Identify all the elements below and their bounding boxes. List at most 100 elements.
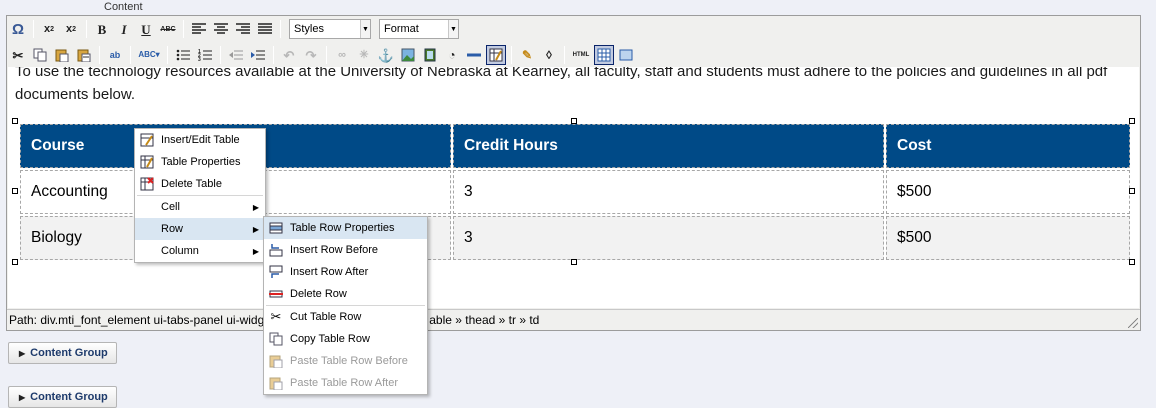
styles-dropdown[interactable]: Styles ▼ <box>289 19 371 39</box>
html-source-icon[interactable]: HTML <box>570 45 592 65</box>
delete-row-icon <box>268 286 284 302</box>
format-dropdown[interactable]: Format ▼ <box>379 19 459 39</box>
align-right-icon[interactable] <box>233 19 253 39</box>
spellcheck-icon[interactable]: ABC▾ <box>136 45 162 65</box>
link-icon[interactable]: ∞ <box>332 45 352 65</box>
chevron-down-icon[interactable]: ▼ <box>360 20 370 38</box>
menu-item-cut-table-row[interactable]: ✂ Cut Table Row <box>264 306 427 328</box>
menu-item-paste-row-before[interactable]: Paste Table Row Before <box>264 350 427 372</box>
intro-paragraph: To use the technology resources availabl… <box>15 67 1108 103</box>
undo-icon[interactable]: ↶ <box>279 45 299 65</box>
menu-item-label: Paste Table Row After <box>290 377 399 389</box>
chevron-down-icon[interactable]: ▼ <box>448 20 458 38</box>
toolbar-separator <box>99 46 100 64</box>
toolbar-separator <box>33 20 34 38</box>
indent-icon[interactable] <box>248 45 268 65</box>
insert-row-before-icon <box>268 242 284 258</box>
align-left-icon[interactable] <box>189 19 209 39</box>
paste-icon <box>268 375 284 391</box>
resize-grip-icon[interactable] <box>1128 318 1138 328</box>
table-cell[interactable]: $500 <box>886 170 1130 214</box>
paste-text-icon[interactable] <box>74 45 94 65</box>
toolbar-separator <box>220 46 221 64</box>
menu-item-table-row-properties[interactable]: Table Row Properties <box>264 217 427 239</box>
resize-handle[interactable] <box>571 259 577 265</box>
submenu-arrow-icon: ▶ <box>252 202 259 212</box>
element-path-bar: Path: div.mti_font_element ui-tabs-panel… <box>7 309 1140 330</box>
table-header-cell[interactable]: Cost <box>886 124 1130 168</box>
numbered-list-icon[interactable]: 123 <box>195 45 215 65</box>
resize-handle[interactable] <box>12 188 18 194</box>
menu-item-label: Cell <box>161 201 180 213</box>
horizontal-rule-icon[interactable] <box>464 45 484 65</box>
copy-icon <box>268 331 284 347</box>
bold-icon[interactable]: B <box>92 19 112 39</box>
anchor-icon[interactable]: ⚓ <box>376 45 396 65</box>
menu-item-insert-row-after[interactable]: Insert Row After <box>264 261 427 283</box>
content-group-label: Content Group <box>30 347 108 359</box>
paste-icon <box>268 353 284 369</box>
menu-item-label: Delete Row <box>290 288 347 300</box>
resize-handle[interactable] <box>12 259 18 265</box>
italic-icon[interactable]: I <box>114 19 134 39</box>
eraser-icon[interactable]: ◊ <box>539 45 559 65</box>
menu-item-column[interactable]: Column ▶ <box>135 240 265 262</box>
table-cell[interactable]: 3 <box>453 170 884 214</box>
toolbar-separator <box>564 46 565 64</box>
media-icon[interactable] <box>420 45 440 65</box>
menu-item-label: Table Properties <box>161 156 241 168</box>
align-justify-icon[interactable] <box>255 19 275 39</box>
subscript-icon[interactable]: x2 <box>39 19 59 39</box>
strikethrough-icon[interactable]: ABC <box>158 19 178 39</box>
path-text-tail[interactable]: able » thead » tr » td <box>429 313 539 327</box>
cleanup-icon[interactable]: ◔ <box>442 45 462 65</box>
redo-icon[interactable]: ↷ <box>301 45 321 65</box>
menu-item-paste-row-after[interactable]: Paste Table Row After <box>264 372 427 394</box>
resize-handle[interactable] <box>1129 118 1135 124</box>
toolbar-separator <box>511 46 512 64</box>
resize-handle[interactable] <box>571 118 577 124</box>
visual-aid-icon[interactable] <box>594 45 614 65</box>
triangle-right-icon: ▶ <box>19 348 26 358</box>
menu-item-delete-table[interactable]: Delete Table <box>135 173 265 195</box>
row-submenu: Table Row Properties Insert Row Before I… <box>263 216 428 395</box>
outdent-icon[interactable] <box>226 45 246 65</box>
superscript-icon[interactable]: x2 <box>61 19 81 39</box>
copy-icon[interactable] <box>30 45 50 65</box>
menu-item-row[interactable]: Row ▶ <box>135 218 265 240</box>
table-icon[interactable] <box>486 45 506 65</box>
table-header-cell[interactable]: Credit Hours <box>453 124 884 168</box>
cut-icon[interactable]: ✂ <box>8 45 28 65</box>
menu-item-copy-table-row[interactable]: Copy Table Row <box>264 328 427 350</box>
menu-item-cell[interactable]: Cell ▶ <box>135 196 265 218</box>
paste-icon[interactable] <box>52 45 72 65</box>
table-cell[interactable]: $500 <box>886 216 1130 260</box>
content-group-button[interactable]: ▶ Content Group <box>8 386 117 408</box>
menu-item-delete-row[interactable]: Delete Row <box>264 283 427 305</box>
toolbar-separator <box>183 20 184 38</box>
fullscreen-icon[interactable] <box>616 45 636 65</box>
underline-icon[interactable]: U <box>136 19 156 39</box>
toolbar-row-2: ✂ ab ABC▾ 123 ↶ ↷ ∞ ✳ ⚓ ◔ ✎ ◊ HTML <box>7 43 637 67</box>
content-group-button[interactable]: ▶ Content Group <box>8 342 117 364</box>
submenu-arrow-icon: ▶ <box>252 224 259 234</box>
unlink-icon[interactable]: ✳ <box>354 45 374 65</box>
styles-dropdown-label: Styles <box>294 23 324 35</box>
table-cell[interactable]: 3 <box>453 216 884 260</box>
find-replace-icon[interactable]: ab <box>105 45 125 65</box>
menu-item-insert-row-before[interactable]: Insert Row Before <box>264 239 427 261</box>
menu-item-table-properties[interactable]: Table Properties <box>135 151 265 173</box>
resize-handle[interactable] <box>12 118 18 124</box>
remove-format-icon[interactable]: ✎ <box>517 45 537 65</box>
svg-text:3: 3 <box>198 57 201 61</box>
special-character-icon[interactable]: Ω <box>8 19 28 39</box>
menu-item-insert-edit-table[interactable]: Insert/Edit Table <box>135 129 265 151</box>
toolbar-separator <box>86 20 87 38</box>
align-center-icon[interactable] <box>211 19 231 39</box>
resize-handle[interactable] <box>1129 188 1135 194</box>
bullet-list-icon[interactable] <box>173 45 193 65</box>
toolbar-separator <box>326 46 327 64</box>
image-icon[interactable] <box>398 45 418 65</box>
resize-handle[interactable] <box>1129 259 1135 265</box>
insert-row-after-icon <box>268 264 284 280</box>
